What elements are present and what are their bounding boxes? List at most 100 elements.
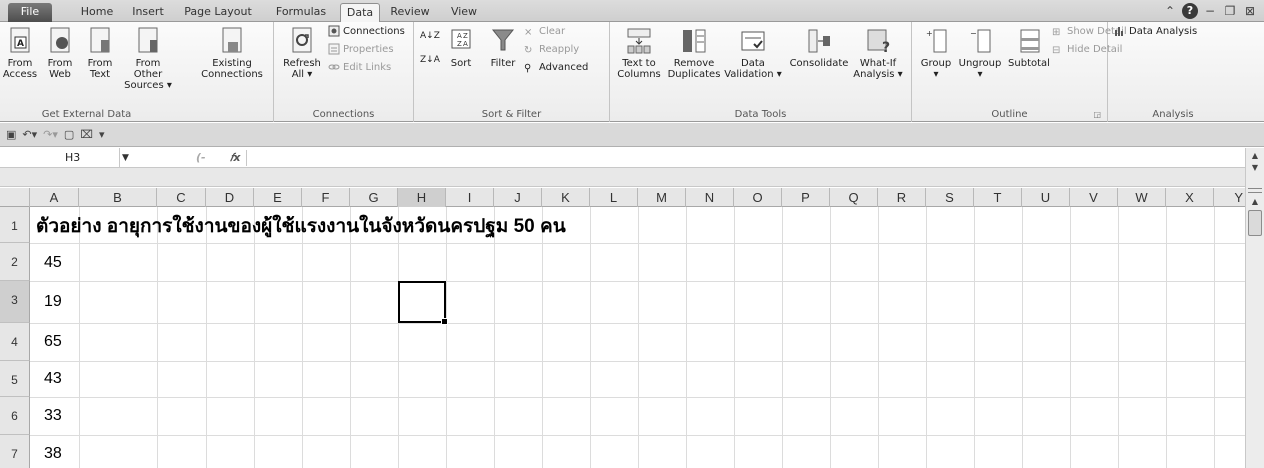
from-other-sources-button[interactable]: From Other Sources ▾ — [120, 26, 176, 91]
cancel-entry-icon[interactable]: (- — [196, 148, 206, 168]
column-header-r[interactable]: R — [878, 188, 926, 207]
properties-button[interactable]: Properties — [328, 42, 394, 58]
cell-a2[interactable]: 45 — [44, 254, 62, 272]
new-file-icon[interactable]: ▢ — [64, 128, 74, 141]
select-all-corner[interactable] — [0, 188, 30, 207]
sort-button[interactable]: AZZA Sort — [444, 26, 478, 69]
minimize-icon[interactable]: − — [1202, 3, 1218, 19]
data-analysis-button[interactable]: Data Analysis — [1114, 24, 1197, 40]
save-icon[interactable]: ▣ — [6, 128, 16, 141]
tab-insert[interactable]: Insert — [124, 3, 172, 22]
column-header-b[interactable]: B — [79, 188, 157, 207]
tab-page-layout[interactable]: Page Layout — [180, 3, 256, 22]
tab-data[interactable]: Data — [340, 3, 380, 22]
sort-z-to-a-button[interactable]: Z↓A — [420, 52, 440, 68]
column-header-q[interactable]: Q — [830, 188, 878, 207]
from-text-button[interactable]: From Text — [84, 26, 116, 80]
consolidate-button[interactable]: Consolidate — [788, 26, 850, 69]
row-header-1[interactable]: 1 — [0, 207, 30, 243]
tab-review[interactable]: Review — [384, 3, 436, 22]
subtotal-button[interactable]: Subtotal — [1006, 26, 1052, 69]
column-header-v[interactable]: V — [1070, 188, 1118, 207]
from-access-label-2: Access — [2, 69, 38, 80]
vertical-scrollbar[interactable]: ▲ ▼ ▲ — [1245, 148, 1264, 468]
filter-button[interactable]: Filter — [486, 26, 520, 69]
redo-icon[interactable]: ↷▾ — [43, 128, 58, 141]
column-header-u[interactable]: U — [1022, 188, 1070, 207]
cell-a1-title[interactable]: ตัวอย่าง อายุการใช้งานของผู้ใช้แรงงานในจ… — [36, 211, 566, 241]
row-header-2[interactable]: 2 — [0, 243, 30, 281]
tab-file[interactable]: File — [8, 3, 52, 22]
column-header-k[interactable]: K — [542, 188, 590, 207]
sort-a-to-z-button[interactable]: A↓Z — [420, 28, 440, 44]
column-header-d[interactable]: D — [206, 188, 254, 207]
column-header-x[interactable]: X — [1166, 188, 1214, 207]
split-handle[interactable] — [1248, 188, 1262, 193]
data-validation-button[interactable]: Data Validation ▾ — [724, 26, 782, 80]
formula-input[interactable] — [250, 148, 1240, 168]
row-header-3[interactable]: 3 — [0, 281, 30, 323]
text-to-columns-button[interactable]: Text to Columns — [614, 26, 664, 80]
column-header-o[interactable]: O — [734, 188, 782, 207]
open-file-icon[interactable]: ⌧ — [80, 128, 93, 141]
formula-expand-down-icon[interactable]: ▼ — [1248, 162, 1262, 174]
row-header-7[interactable]: 7 — [0, 435, 30, 468]
clear-filter-button[interactable]: ⨯ Clear — [524, 24, 565, 40]
tab-home[interactable]: Home — [74, 3, 120, 22]
close-icon[interactable]: ⊠ — [1242, 3, 1258, 19]
scrollbar-thumb[interactable] — [1248, 210, 1262, 236]
ribbon-minimize-icon[interactable]: ⌃ — [1162, 3, 1178, 19]
restore-icon[interactable]: ❐ — [1222, 3, 1238, 19]
formula-expand-up-icon[interactable]: ▲ — [1248, 150, 1262, 162]
cell-a4[interactable]: 65 — [44, 333, 62, 351]
clear-filter-icon: ⨯ — [524, 27, 533, 38]
column-header-e[interactable]: E — [254, 188, 302, 207]
from-access-button[interactable]: A From Access — [2, 26, 38, 80]
column-header-m[interactable]: M — [638, 188, 686, 207]
group-button[interactable]: + Group ▾ — [918, 26, 954, 80]
column-header-h[interactable]: H — [398, 188, 446, 207]
customize-qat-icon[interactable]: ▾ — [99, 128, 105, 141]
advanced-filter-button[interactable]: ⚲ Advanced — [524, 60, 588, 76]
selected-cell-h3[interactable] — [398, 281, 448, 325]
undo-icon[interactable]: ↶▾ — [22, 128, 37, 141]
column-header-j[interactable]: J — [494, 188, 542, 207]
column-header-n[interactable]: N — [686, 188, 734, 207]
ungroup-button[interactable]: − Ungroup ▾ — [956, 26, 1004, 80]
column-header-a[interactable]: A — [30, 188, 79, 207]
column-header-f[interactable]: F — [302, 188, 350, 207]
name-box[interactable]: H3 — [0, 148, 120, 168]
tab-formulas[interactable]: Formulas — [270, 3, 332, 22]
connections-button[interactable]: Connections — [328, 24, 405, 40]
column-header-c[interactable]: C — [157, 188, 206, 207]
existing-connections-button[interactable]: Existing Connections — [200, 26, 264, 80]
from-web-button[interactable]: From Web — [44, 26, 76, 80]
column-header-y[interactable]: Y — [1214, 188, 1245, 207]
column-header-t[interactable]: T — [974, 188, 1022, 207]
outline-dialog-launcher-icon[interactable]: ◲ — [1093, 110, 1101, 119]
reapply-button[interactable]: ↻ Reapply — [524, 42, 579, 58]
scroll-up-arrow-icon[interactable]: ▲ — [1248, 196, 1262, 208]
insert-function-icon[interactable]: 𝑓x — [230, 148, 241, 168]
help-icon[interactable]: ? — [1182, 3, 1198, 19]
column-header-p[interactable]: P — [782, 188, 830, 207]
row-header-5[interactable]: 5 — [0, 361, 30, 397]
edit-links-button[interactable]: Edit Links — [328, 60, 391, 76]
column-header-g[interactable]: G — [350, 188, 398, 207]
column-header-l[interactable]: L — [590, 188, 638, 207]
column-header-w[interactable]: W — [1118, 188, 1166, 207]
refresh-all-button[interactable]: Refresh All ▾ — [282, 26, 322, 80]
remove-duplicates-button[interactable]: Remove Duplicates — [666, 26, 722, 80]
from-access-label-1: From — [7, 58, 33, 69]
row-header-6[interactable]: 6 — [0, 397, 30, 435]
name-box-dropdown-icon[interactable]: ▼ — [122, 148, 129, 168]
what-if-analysis-button[interactable]: ? What-If Analysis ▾ — [852, 26, 904, 80]
tab-view[interactable]: View — [444, 3, 484, 22]
column-header-s[interactable]: S — [926, 188, 974, 207]
cell-a6[interactable]: 33 — [44, 407, 62, 425]
row-header-4[interactable]: 4 — [0, 323, 30, 361]
column-header-i[interactable]: I — [446, 188, 494, 207]
cell-a5[interactable]: 43 — [44, 370, 62, 388]
cell-a7[interactable]: 38 — [44, 445, 62, 463]
cell-a3[interactable]: 19 — [44, 293, 62, 311]
